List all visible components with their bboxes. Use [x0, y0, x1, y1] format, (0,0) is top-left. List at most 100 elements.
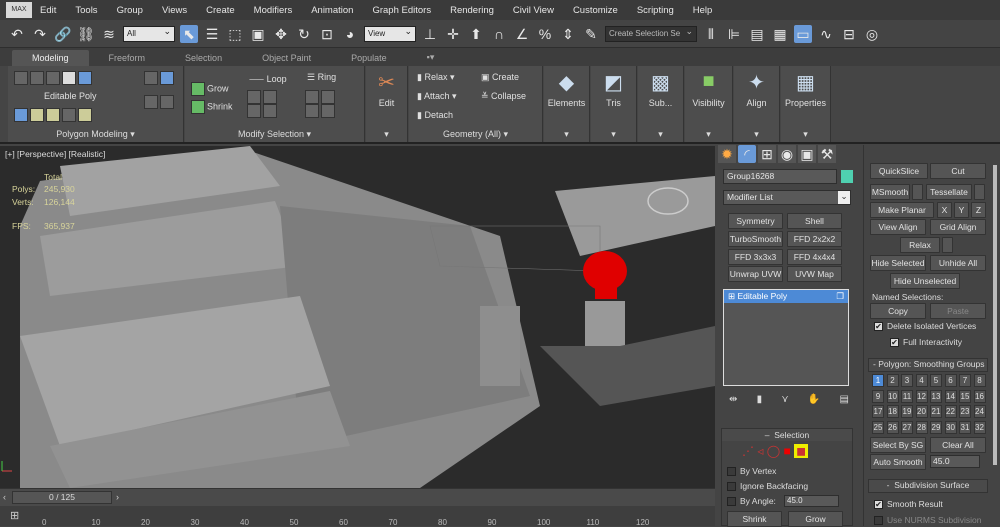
turbosmooth-button[interactable]: TurboSmooth — [728, 231, 783, 247]
menu-customize[interactable]: Customize — [573, 5, 618, 16]
create-tab-icon[interactable]: ✹ — [718, 145, 736, 163]
smoothing-group-29[interactable]: 29 — [930, 420, 942, 434]
selection-rollout-header[interactable]: – Selection — [722, 429, 852, 441]
keyboard-shortcut-icon[interactable]: ⬆ — [467, 25, 485, 43]
smoothing-group-14[interactable]: 14 — [944, 389, 957, 403]
timeline-ruler[interactable]: ⊞ 0 10 20 30 40 50 60 70 80 90 100 110 120 — [0, 506, 715, 527]
menu-modifiers[interactable]: Modifiers — [254, 5, 293, 16]
select-by-name-icon[interactable]: ☰ — [203, 25, 221, 43]
smoothing-group-31[interactable]: 31 — [959, 420, 971, 434]
tessellate-settings-button[interactable] — [974, 184, 985, 200]
msmooth-settings-button[interactable] — [912, 184, 923, 200]
full-interactivity-checkbox[interactable]: ✔ Full Interactivity — [890, 337, 962, 348]
bind-spacewarp-icon[interactable]: ≋ — [100, 25, 118, 43]
ribbon-options-icon[interactable]: ▪▾ — [407, 49, 455, 66]
create-button[interactable]: ▣ Create — [481, 72, 519, 83]
menu-graph-editors[interactable]: Graph Editors — [372, 5, 431, 16]
smoothing-group-30[interactable]: 30 — [944, 420, 957, 434]
select-manipulate-icon[interactable]: ✛ — [444, 25, 462, 43]
remove-modifier-icon[interactable]: ✋ — [808, 394, 820, 405]
subobject-level-icons[interactable]: ⋰ ◃ ◯ ■ ◼ — [742, 444, 852, 458]
tab-freeform[interactable]: Freeform — [89, 50, 166, 66]
subobject-icons[interactable] — [14, 71, 94, 85]
reference-coord-dropdown[interactable]: View — [364, 25, 416, 42]
make-unique-icon[interactable]: ⋎ — [781, 394, 788, 405]
panel-edit[interactable]: ✂ Edit ▾ — [366, 66, 408, 142]
smoothing-group-2[interactable]: 2 — [886, 374, 899, 387]
ffd2-button[interactable]: FFD 2x2x2 — [787, 231, 842, 247]
quickslice-button[interactable]: QuickSlice — [870, 163, 928, 179]
rect-selection-icon[interactable]: ⬚ — [226, 25, 244, 43]
view-align-button[interactable]: View Align — [870, 219, 926, 235]
command-panel-scrollbar[interactable] — [993, 165, 997, 465]
angle-spinner[interactable]: 45.0 — [784, 495, 839, 507]
smoothing-group-12[interactable]: 12 — [915, 389, 928, 403]
smoothing-group-26[interactable]: 26 — [886, 420, 899, 434]
unwrap-uvw-button[interactable]: Unwrap UVW — [728, 266, 783, 282]
loop-button[interactable]: ⸺ Loop — [249, 72, 287, 85]
smoothing-group-8[interactable]: 8 — [973, 374, 986, 387]
grow-button[interactable]: Grow — [788, 511, 843, 527]
uvw-map-button[interactable]: UVW Map — [787, 266, 842, 282]
unhide-all-button[interactable]: Unhide All — [930, 255, 986, 271]
panel-subdivision[interactable]: ▩ Sub... ▾ — [638, 66, 684, 142]
menu-help[interactable]: Help — [693, 5, 713, 16]
stack-item-editable-poly[interactable]: ⊞ Editable Poly ❐ — [724, 290, 848, 303]
redo-icon[interactable]: ↷ — [31, 25, 49, 43]
planar-x-button[interactable]: X — [937, 202, 952, 218]
paste-button[interactable]: Paste — [930, 303, 986, 319]
loop-tools[interactable] — [247, 90, 279, 118]
shrink-button[interactable]: Shrink — [727, 511, 782, 527]
auto-smooth-button[interactable]: Auto Smooth — [870, 454, 926, 470]
angle-snap-icon[interactable]: ∠ — [513, 25, 531, 43]
hierarchy-tab-icon[interactable]: ⊞ — [758, 145, 776, 163]
time-slider[interactable]: ‹ 0 / 125 › — [0, 488, 715, 506]
detach-button[interactable]: ▮ Detach — [417, 110, 453, 121]
tab-populate[interactable]: Populate — [331, 50, 407, 66]
smoothing-group-4[interactable]: 4 — [915, 374, 928, 387]
ignore-backfacing-checkbox[interactable]: Ignore Backfacing — [727, 481, 808, 492]
menu-create[interactable]: Create — [206, 5, 235, 16]
ring-tools[interactable] — [305, 90, 337, 118]
menu-rendering[interactable]: Rendering — [450, 5, 494, 16]
clear-all-button[interactable]: Clear All — [930, 437, 986, 453]
ring-button[interactable]: ☰ Ring — [307, 72, 336, 83]
panel-title[interactable]: Modify Selection ▾ — [185, 129, 364, 140]
edit-named-selection-icon[interactable]: ✎ — [582, 25, 600, 43]
unlink-icon[interactable]: ⛓ — [77, 25, 95, 43]
object-color-swatch[interactable] — [841, 170, 853, 183]
smoothing-group-1[interactable]: 1 — [872, 374, 884, 387]
frame-counter[interactable]: 0 / 125 — [12, 491, 112, 504]
utilities-tab-icon[interactable]: ⚒ — [818, 145, 836, 163]
selection-filter-dropdown[interactable]: All — [123, 25, 175, 42]
shell-button[interactable]: Shell — [787, 213, 842, 229]
smoothing-group-6[interactable]: 6 — [944, 374, 957, 387]
smoothing-group-17[interactable]: 17 — [872, 405, 884, 418]
use-nurms-checkbox[interactable]: Use NURMS Subdivision — [874, 515, 981, 526]
shrink-button[interactable]: Shrink — [191, 100, 233, 114]
prev-frame-icon[interactable]: ‹ — [3, 492, 6, 502]
tessellate-button[interactable]: Tessellate — [926, 184, 972, 200]
relax-button[interactable]: ▮ Relax ▾ — [417, 72, 455, 83]
planar-y-button[interactable]: Y — [954, 202, 969, 218]
smoothing-group-9[interactable]: 9 — [872, 389, 884, 403]
hide-selected-button[interactable]: Hide Selected — [870, 255, 926, 271]
percent-snap-icon[interactable]: % — [536, 25, 554, 43]
smoothing-group-20[interactable]: 20 — [915, 405, 928, 418]
tab-modeling[interactable]: Modeling — [12, 50, 89, 66]
scene-explorer-icon[interactable]: ▦ — [771, 25, 789, 43]
modifier-stack[interactable]: ⊞ Editable Poly ❐ — [723, 289, 849, 386]
smoothing-group-15[interactable]: 15 — [959, 389, 971, 403]
curve-editor-icon[interactable]: ∿ — [817, 25, 835, 43]
attach-button[interactable]: ▮ Attach ▾ — [417, 91, 457, 102]
panel-tris[interactable]: ◩ Tris ▾ — [591, 66, 637, 142]
ffd3-button[interactable]: FFD 3x3x3 — [728, 249, 783, 265]
smoothing-group-22[interactable]: 22 — [944, 405, 957, 418]
configure-sets-icon[interactable]: ▤ — [840, 394, 849, 405]
app-logo[interactable]: MAX — [6, 2, 32, 18]
smoothing-group-24[interactable]: 24 — [973, 405, 986, 418]
menu-animation[interactable]: Animation — [311, 5, 353, 16]
pin-stack-icon[interactable]: ⇹ — [729, 394, 737, 405]
modifier-mode-icons[interactable] — [14, 108, 94, 122]
planar-z-button[interactable]: Z — [971, 202, 986, 218]
